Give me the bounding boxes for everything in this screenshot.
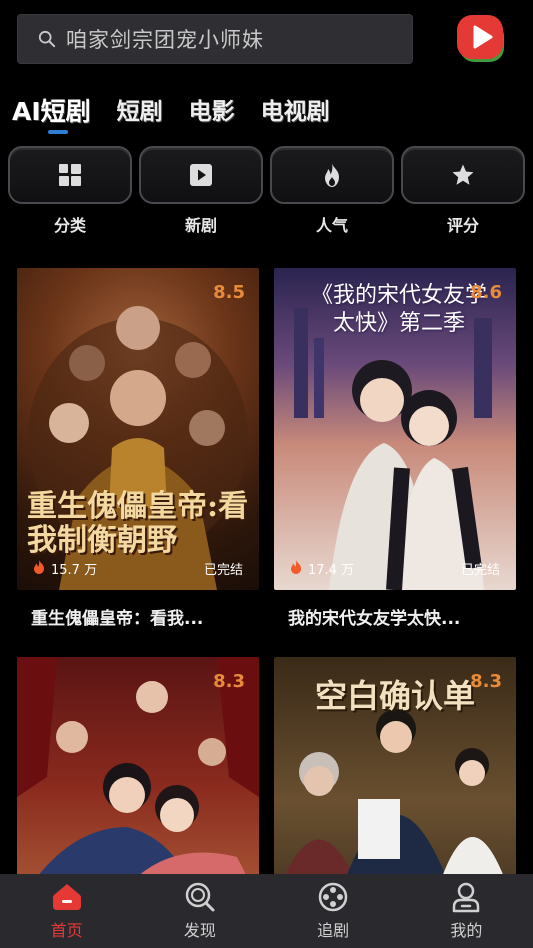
search-icon [38, 30, 56, 48]
flame-icon [33, 559, 45, 578]
category-label: 分类 [53, 216, 86, 235]
rating-score: 8.3 [470, 671, 502, 692]
category-label: 评分 [446, 216, 479, 235]
category-popular[interactable]: 人气 [270, 146, 394, 236]
drama-poster[interactable]: 重生傀儡皇帝:看我制衡朝野 8.5 15.7 万 已完结 [17, 268, 259, 590]
nav-mine[interactable]: 我的 [416, 881, 516, 941]
popularity-value: 17.4 万 [308, 563, 355, 578]
rating-score: 8.5 [213, 282, 245, 303]
nav-label: 追剧 [317, 921, 350, 940]
active-tab-indicator [48, 130, 68, 134]
completion-status: 已完结 [460, 563, 500, 578]
tab-tv-series[interactable]: 电视剧 [261, 92, 330, 126]
tab-label: 电影 [188, 99, 235, 125]
category-classify[interactable]: 分类 [8, 146, 132, 236]
tab-ai-drama[interactable]: AI短剧 [12, 92, 91, 134]
tab-movie[interactable]: 电影 [189, 92, 235, 126]
tab-label: 电视剧 [260, 99, 330, 125]
home-icon [52, 884, 81, 910]
nav-label: 我的 [450, 921, 483, 940]
tab-label: AI短剧 [12, 97, 91, 126]
nav-discover[interactable]: 发现 [150, 881, 250, 941]
star-icon [452, 164, 474, 185]
search-placeholder: 咱家剑宗团宠小师妹 [66, 28, 264, 52]
nav-label: 首页 [50, 921, 83, 940]
category-new[interactable]: 新剧 [139, 146, 263, 236]
drama-card[interactable]: 重生傀儡皇帝:看我制衡朝野 8.5 15.7 万 已完结 重生傀儡皇帝：看我..… [17, 268, 259, 629]
poster-title-art: 重生傀儡皇帝:看我制衡朝野 [27, 489, 249, 558]
search-bar[interactable]: 咱家剑宗团宠小师妹 [17, 14, 413, 64]
discover-icon [185, 882, 215, 912]
grid-icon [59, 164, 81, 186]
category-row: 分类 新剧 人气 评分 [8, 146, 525, 236]
film-reel-icon [318, 882, 348, 912]
category-label: 人气 [315, 216, 348, 235]
popularity-count: 15.7 万 [33, 559, 97, 578]
category-button[interactable] [8, 146, 132, 204]
poster-title-art: 《我的宋代女友学太快》第二季 [310, 283, 487, 336]
play-square-icon [190, 164, 212, 186]
bottom-nav: 首页 发现 追剧 我的 [0, 874, 533, 948]
profile-icon [453, 882, 480, 913]
drama-title[interactable]: 重生傀儡皇帝：看我... [17, 604, 259, 629]
popularity-count: 17.4 万 [290, 559, 354, 578]
completion-status: 已完结 [203, 563, 243, 578]
category-rating[interactable]: 评分 [401, 146, 525, 236]
category-button[interactable] [139, 146, 263, 204]
category-label: 新剧 [184, 216, 217, 235]
category-button[interactable] [401, 146, 525, 204]
drama-poster[interactable]: 《我的宋代女友学太快》第二季 8.6 17.4 万 已完结 [274, 268, 516, 590]
flame-icon [325, 163, 339, 187]
category-button[interactable] [270, 146, 394, 204]
tab-label: 短剧 [116, 99, 163, 125]
popularity-value: 15.7 万 [51, 563, 98, 578]
tab-short-drama[interactable]: 短剧 [117, 92, 163, 126]
drama-title[interactable]: 我的宋代女友学太快... [274, 604, 516, 629]
nav-following[interactable]: 追剧 [283, 881, 383, 941]
flame-icon [290, 559, 302, 578]
top-tabs: AI短剧 短剧 电影 电视剧 [12, 92, 356, 134]
drama-card[interactable]: 《我的宋代女友学太快》第二季 8.6 17.4 万 已完结 我的宋代女友学太快.… [274, 268, 516, 629]
nav-label: 发现 [183, 921, 216, 940]
rating-score: 8.3 [213, 671, 245, 692]
play-logo-icon[interactable] [456, 13, 506, 65]
nav-home[interactable]: 首页 [17, 881, 117, 941]
rating-score: 8.6 [470, 282, 502, 303]
